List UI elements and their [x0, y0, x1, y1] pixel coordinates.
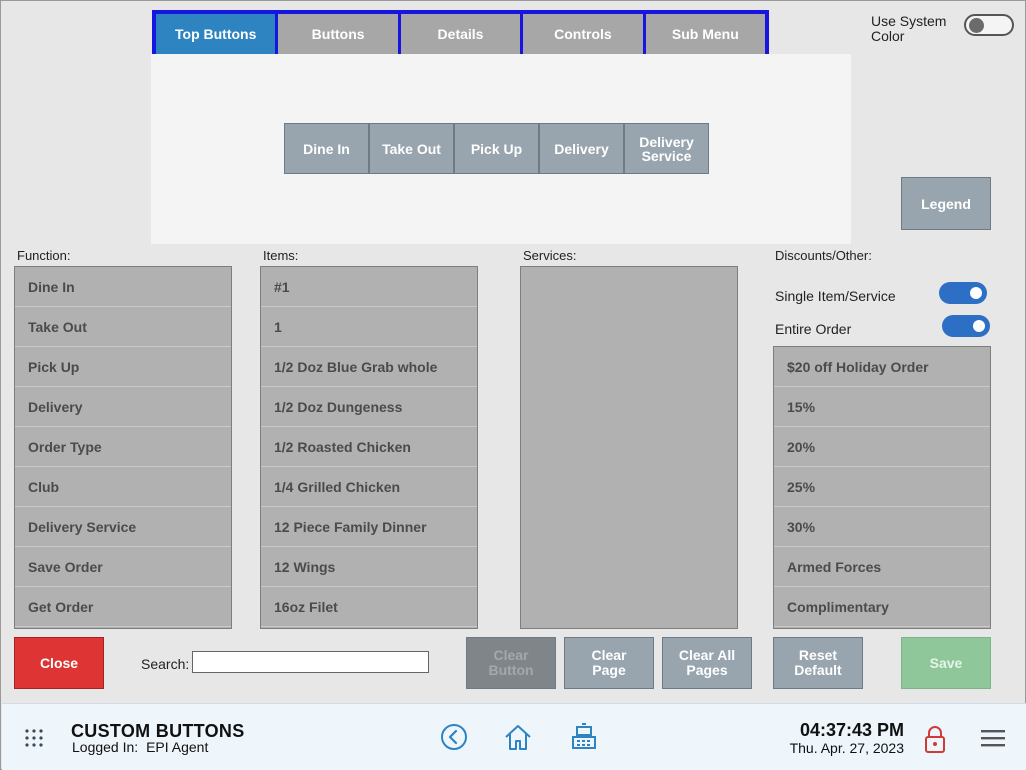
- list-item[interactable]: 15%: [774, 387, 990, 427]
- clear-page-button[interactable]: Clear Page: [564, 637, 654, 689]
- list-item[interactable]: Armed Forces: [774, 547, 990, 587]
- tab-buttons[interactable]: Buttons: [278, 14, 398, 54]
- clear-button-label: Clear Button: [488, 647, 534, 678]
- preview-button-row: Dine In Take Out Pick Up Delivery Delive…: [284, 123, 709, 174]
- list-item[interactable]: #1: [261, 267, 477, 307]
- app-window: Top Buttons Buttons Details Controls Sub…: [0, 0, 1026, 770]
- logged-in-label: Logged In:: [72, 739, 139, 755]
- clock-date: Thu. Apr. 27, 2023: [789, 740, 904, 756]
- list-item[interactable]: 12 Wings: [261, 547, 477, 587]
- use-system-color-label: Use System Color: [871, 13, 947, 44]
- list-item[interactable]: 16oz Filet: [261, 587, 477, 627]
- clock-time: 04:37:43 PM: [799, 720, 904, 740]
- tab-controls[interactable]: Controls: [523, 14, 643, 54]
- reset-default-button[interactable]: Reset Default: [773, 637, 863, 689]
- legend-button[interactable]: Legend: [901, 177, 991, 230]
- function-list[interactable]: Dine In Take Out Pick Up Delivery Order …: [14, 266, 232, 629]
- discounts-list[interactable]: $20 off Holiday Order 15% 20% 25% 30% Ar…: [773, 346, 991, 629]
- button-preview-area: Dine In Take Out Pick Up Delivery Delive…: [151, 54, 851, 244]
- preview-button-pick-up[interactable]: Pick Up: [454, 123, 539, 174]
- preview-button-take-out[interactable]: Take Out: [369, 123, 454, 174]
- clear-all-pages-button[interactable]: Clear All Pages: [662, 637, 752, 689]
- register-icon[interactable]: [569, 722, 599, 752]
- list-item[interactable]: Delivery: [15, 387, 231, 427]
- use-system-color-toggle[interactable]: [964, 14, 1014, 36]
- single-item-service-toggle[interactable]: [939, 282, 987, 304]
- menu-icon[interactable]: [980, 728, 1006, 748]
- tab-bar: Top Buttons Buttons Details Controls Sub…: [152, 10, 769, 58]
- entire-order-toggle[interactable]: [942, 315, 990, 337]
- list-item[interactable]: 12 Piece Family Dinner: [261, 507, 477, 547]
- list-item[interactable]: 30%: [774, 507, 990, 547]
- list-item[interactable]: Complimentary: [774, 587, 990, 627]
- items-label: Items:: [263, 248, 299, 263]
- list-item[interactable]: 1/2 Doz Dungeness: [261, 387, 477, 427]
- toggle-knob: [970, 287, 982, 299]
- services-label: Services:: [523, 248, 577, 263]
- list-item[interactable]: Club: [15, 467, 231, 507]
- items-list[interactable]: #1 1 1/2 Doz Blue Grab whole 1/2 Doz Dun…: [260, 266, 478, 629]
- toggle-knob: [969, 18, 984, 33]
- reset-default-label: Reset Default: [794, 647, 842, 678]
- save-button[interactable]: Save: [901, 637, 991, 689]
- clear-all-pages-label: Clear All Pages: [678, 647, 736, 678]
- single-item-service-label: Single Item/Service: [775, 288, 896, 304]
- tab-sub-menu[interactable]: Sub Menu: [645, 14, 766, 54]
- list-item[interactable]: 1: [261, 307, 477, 347]
- clear-page-label: Clear Page: [591, 647, 627, 678]
- clear-button-button[interactable]: Clear Button: [466, 637, 556, 689]
- list-item[interactable]: Order Type: [15, 427, 231, 467]
- function-label: Function:: [17, 248, 71, 263]
- lock-icon[interactable]: [923, 724, 947, 754]
- logged-in-info: Logged In: EPI Agent: [72, 739, 208, 755]
- tab-top-buttons[interactable]: Top Buttons: [156, 14, 276, 54]
- search-input[interactable]: [192, 651, 429, 673]
- list-item[interactable]: Delivery Service: [15, 507, 231, 547]
- services-list[interactable]: [520, 266, 738, 629]
- list-item[interactable]: Pick Up: [15, 347, 231, 387]
- user-name: EPI Agent: [146, 739, 209, 755]
- search-label: Search:: [141, 656, 190, 672]
- list-item[interactable]: 1/2 Roasted Chicken: [261, 427, 477, 467]
- list-item[interactable]: Take Out: [15, 307, 231, 347]
- list-item[interactable]: $20 off Holiday Order: [774, 347, 990, 387]
- list-item[interactable]: Dine In: [15, 267, 231, 307]
- tab-details[interactable]: Details: [400, 14, 521, 54]
- discounts-label: Discounts/Other:: [775, 248, 872, 263]
- entire-order-label: Entire Order: [775, 321, 852, 337]
- list-item[interactable]: 1/4 Grilled Chicken: [261, 467, 477, 507]
- back-icon[interactable]: [439, 722, 469, 752]
- list-item[interactable]: Save Order: [15, 547, 231, 587]
- footer-bar: CUSTOM BUTTONS Logged In: EPI Agent 04:3…: [2, 703, 1026, 770]
- grid-icon[interactable]: [24, 728, 44, 748]
- list-item[interactable]: 1/2 Doz Blue Grab whole: [261, 347, 477, 387]
- close-button[interactable]: Close: [14, 637, 104, 689]
- list-item[interactable]: 25%: [774, 467, 990, 507]
- list-item[interactable]: 20%: [774, 427, 990, 467]
- home-icon[interactable]: [503, 722, 533, 752]
- toggle-knob: [973, 320, 985, 332]
- preview-button-delivery-service[interactable]: Delivery Service: [624, 123, 709, 174]
- preview-button-delivery[interactable]: Delivery: [539, 123, 624, 174]
- preview-button-dine-in[interactable]: Dine In: [284, 123, 369, 174]
- list-item[interactable]: Get Order: [15, 587, 231, 627]
